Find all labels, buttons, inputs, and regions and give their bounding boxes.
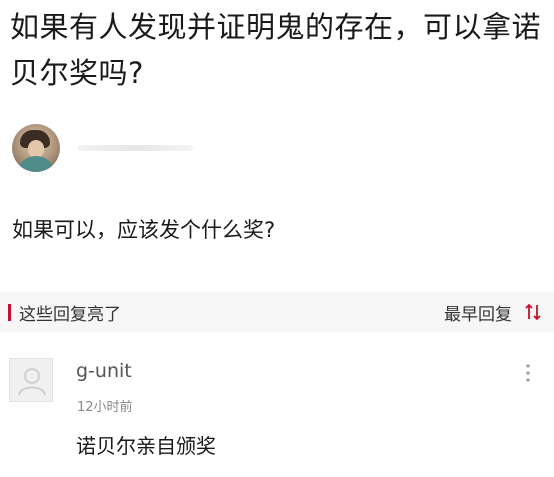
default-avatar-icon: [18, 368, 46, 396]
question-detail: 如果可以，应该发个什么奖?: [12, 218, 276, 242]
sort-label[interactable]: 最早回复: [444, 300, 512, 325]
comment-timestamp: 12小时前: [77, 400, 133, 415]
sort-toggle[interactable]: 最早回复: [444, 300, 542, 325]
replies-title-group: 这些回复亮了: [8, 300, 121, 325]
comment-item: g-unit 12小时前 诺贝尔亲自颁奖: [0, 350, 554, 477]
author-avatar[interactable]: [12, 124, 60, 172]
sort-arrows-icon[interactable]: [524, 303, 542, 321]
replies-header: 这些回复亮了 最早回复: [0, 292, 554, 332]
replies-title: 这些回复亮了: [19, 304, 121, 325]
question-title: 如果有人发现并证明鬼的存在，可以拿诺贝尔奖吗?: [10, 10, 542, 90]
accent-bar: [8, 303, 11, 321]
commenter-avatar[interactable]: [9, 358, 53, 402]
avatar-shirt: [16, 156, 56, 172]
comment-body: 诺贝尔亲自颁奖: [76, 434, 216, 458]
more-vertical-icon[interactable]: [520, 362, 536, 384]
author-row[interactable]: [12, 122, 193, 174]
author-name-placeholder: [78, 145, 193, 151]
comment-username[interactable]: g-unit: [76, 360, 132, 382]
